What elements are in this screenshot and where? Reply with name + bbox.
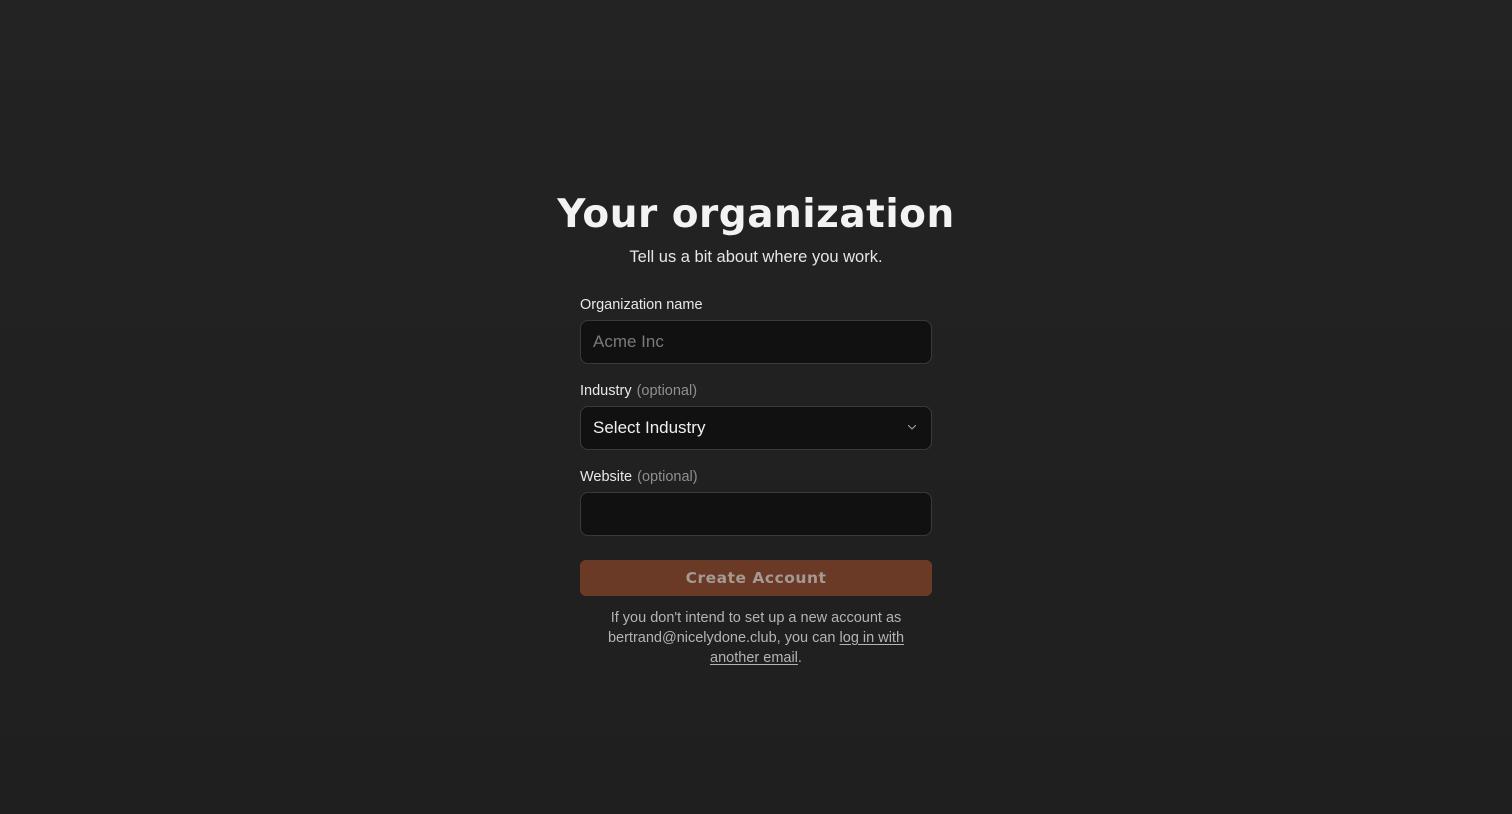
- website-input[interactable]: [580, 492, 932, 536]
- website-label-text: Website: [580, 469, 633, 485]
- chevron-down-icon: [907, 424, 917, 430]
- page-subtitle: Tell us a bit about where you work.: [629, 248, 883, 266]
- organization-name-group: Organization name: [580, 295, 932, 364]
- account-footnote: If you don't intend to set up a new acco…: [580, 608, 932, 668]
- industry-label: Industry (optional): [580, 381, 932, 401]
- create-account-button[interactable]: Create Account: [580, 560, 932, 596]
- industry-select-value: Select Industry: [593, 418, 706, 437]
- industry-group: Industry (optional) Select Industry: [580, 381, 932, 450]
- page-title: Your organization: [557, 192, 955, 237]
- organization-name-input[interactable]: [580, 320, 932, 364]
- website-optional-hint: (optional): [637, 469, 698, 485]
- industry-label-text: Industry: [580, 383, 632, 399]
- page: Your organization Tell us a bit about wh…: [0, 0, 1512, 814]
- website-group: Website (optional): [580, 467, 932, 536]
- organization-form: Your organization Tell us a bit about wh…: [557, 190, 954, 668]
- industry-optional-hint: (optional): [636, 383, 698, 399]
- industry-select[interactable]: Select Industry: [580, 406, 932, 450]
- footnote-suffix: .: [797, 650, 802, 666]
- organization-name-label-text: Organization name: [580, 297, 703, 313]
- organization-name-label: Organization name: [580, 295, 932, 315]
- website-label: Website (optional): [580, 467, 932, 487]
